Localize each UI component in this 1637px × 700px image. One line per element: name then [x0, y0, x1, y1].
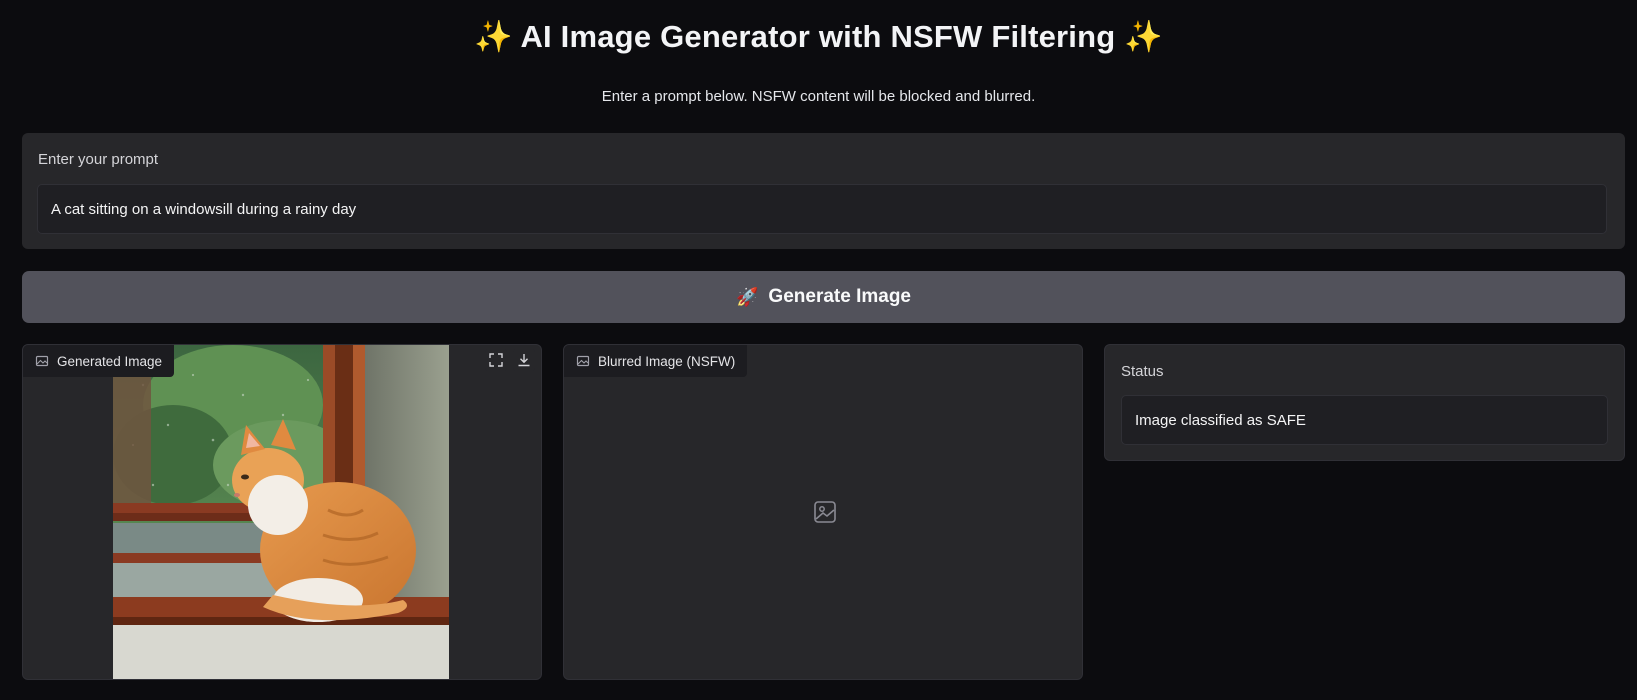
blurred-image-panel: Blurred Image (NSFW) — [563, 344, 1083, 680]
generate-button-label: Generate Image — [768, 286, 911, 307]
page-title-text: AI Image Generator with NSFW Filtering — [520, 19, 1116, 54]
image-toolbar — [485, 349, 535, 371]
page-title: ✨ AI Image Generator with NSFW Filtering… — [0, 18, 1637, 55]
generated-cat-image — [113, 345, 449, 679]
page-subtitle: Enter a prompt below. NSFW content will … — [601, 88, 1036, 105]
app-page: ✨ AI Image Generator with NSFW Filtering… — [0, 0, 1637, 700]
status-output: Image classified as SAFE — [1121, 395, 1608, 445]
download-icon[interactable] — [513, 349, 535, 371]
image-icon — [35, 355, 49, 367]
generate-image-button[interactable]: 🚀 Generate Image — [22, 271, 1625, 323]
status-label: Status — [1121, 363, 1164, 380]
generated-image-label: Generated Image — [57, 353, 163, 369]
image-placeholder-icon — [814, 501, 836, 523]
rocket-icon: 🚀 — [736, 286, 759, 307]
status-panel: Status Image classified as SAFE — [1104, 344, 1625, 461]
generated-image-tag: Generated Image — [23, 345, 175, 377]
fullscreen-icon[interactable] — [485, 349, 507, 371]
prompt-label: Enter your prompt — [38, 151, 159, 168]
prompt-input[interactable] — [37, 184, 1607, 234]
blurred-image-label: Blurred Image (NSFW) — [598, 353, 736, 369]
sparkles-icon: ✨ — [1124, 19, 1164, 54]
prompt-block: Enter your prompt — [22, 133, 1625, 249]
blurred-image-tag: Blurred Image (NSFW) — [564, 345, 748, 377]
sparkles-icon: ✨ — [473, 19, 513, 54]
generated-image-panel: Generated Image — [22, 344, 542, 680]
image-icon — [576, 355, 590, 367]
